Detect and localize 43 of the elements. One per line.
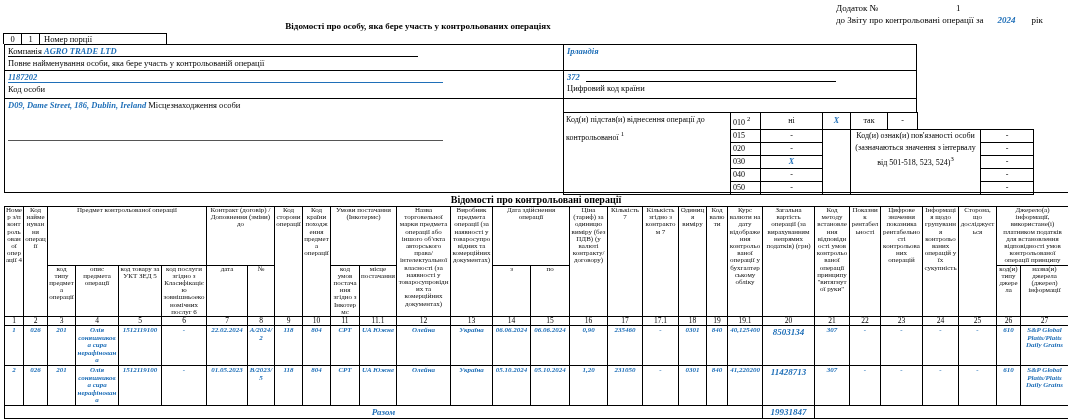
report-year: 2024 — [997, 14, 1016, 26]
relation-value: - — [980, 168, 1034, 182]
ground-code: 050 — [730, 181, 761, 195]
code-caption: Код особи — [8, 83, 47, 95]
relation-value: - — [980, 142, 1034, 156]
ground-code: 015 — [730, 129, 761, 143]
grounds-label: Код(и) підстав(и) віднесення операції до контрольованої $^{1}$ — [563, 112, 731, 195]
relation-label: Код(и) ознак(и) пов'язаності особи (зазначаються значення з інтервалу від 501-518, 523, 524)$^{3}$ — [850, 129, 981, 195]
portion-digit: 0 — [3, 33, 22, 44]
address: D09, Dame Street, 186, Dublin, Ireland — [8, 100, 147, 110]
ground-code: 020 — [730, 142, 761, 156]
country-name: Ірландія — [567, 46, 599, 56]
table-cell: 8503134 — [762, 325, 815, 366]
no-label: ні — [760, 112, 823, 130]
no-value: X — [822, 112, 851, 130]
table-cell: 11428713 — [762, 365, 815, 406]
yes-label: так — [850, 112, 888, 130]
portion-digit: 1 — [21, 33, 40, 44]
address-caption: Місцезнаходження особи — [148, 100, 241, 110]
year-suffix: рік — [1031, 14, 1043, 26]
total-label: Разом — [371, 407, 396, 417]
person-code: 1187202 — [8, 72, 443, 83]
section-title: Відомості про контрольовані операції — [449, 193, 623, 206]
yes-value: - — [887, 112, 918, 130]
name-caption: Повне найменування особи, яка бере участь у контрольованій операції — [8, 57, 266, 69]
relation-value: - — [980, 181, 1034, 195]
form-title: Відомості про особу, яка бере участь у контрольованих операціях — [284, 21, 552, 33]
report-caption: до Звіту про контрольовані операції за — [836, 14, 984, 26]
annex-number: 1 — [956, 2, 961, 14]
country-code: 372 — [567, 72, 580, 82]
portion-label: Номер порції — [39, 33, 167, 44]
ground-code: 040 — [730, 168, 761, 182]
company-name: AGRO TRADE LTD — [44, 46, 117, 56]
relation-value: - — [980, 155, 1034, 169]
ground-value: X — [760, 155, 823, 169]
ground-value: - — [760, 129, 823, 143]
ground-code: 010 $^{2}$ — [730, 112, 761, 130]
ground-code: 030 — [730, 155, 761, 169]
annex-label: Додаток № — [836, 2, 880, 14]
relation-value: - — [980, 129, 1034, 143]
country-code-caption: Цифровий код країни — [567, 82, 646, 94]
company-label: Компанія — [8, 46, 42, 56]
total-value: 19931847 — [762, 405, 815, 419]
